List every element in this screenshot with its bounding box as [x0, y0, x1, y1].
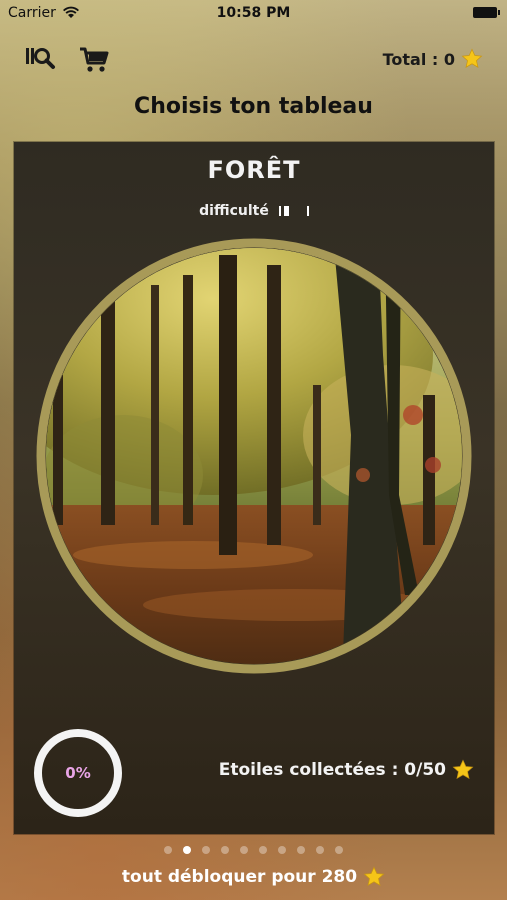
- total-label: Total : 0: [382, 49, 455, 69]
- battery-icon: [473, 7, 500, 18]
- page-dot[interactable]: [183, 846, 191, 854]
- difficulty-row: difficulté: [14, 203, 494, 219]
- difficulty-label: difficulté: [199, 203, 269, 219]
- stars-collected: Etoiles collectées : 0/50: [219, 759, 474, 781]
- stars-collected-label: Etoiles collectées : 0/50: [218, 760, 446, 780]
- status-bar: Carrier 10:58 PM: [0, 0, 507, 26]
- star-icon: [452, 759, 474, 779]
- clock: 10:58 PM: [216, 5, 291, 21]
- star-icon: [461, 48, 483, 68]
- page-dot[interactable]: [240, 846, 248, 854]
- page-indicator[interactable]: [0, 846, 507, 854]
- star-icon: [363, 866, 385, 886]
- forest-painting[interactable]: [33, 235, 475, 677]
- page-dot[interactable]: [164, 846, 172, 854]
- level-card[interactable]: FORÊT difficulté 0% Etoiles collectées:…: [14, 142, 494, 834]
- page-dot[interactable]: [202, 846, 210, 854]
- search-settings-icon[interactable]: [24, 44, 56, 74]
- page-title: Choisis ton tableau: [134, 94, 373, 119]
- shopping-cart-icon[interactable]: [78, 44, 110, 74]
- page-dot[interactable]: [316, 846, 324, 854]
- difficulty-meter: [278, 206, 309, 216]
- page-dot[interactable]: [278, 846, 286, 854]
- progress-percent: 0%: [65, 764, 91, 782]
- page-dot[interactable]: [297, 846, 305, 854]
- page-dot[interactable]: [335, 846, 343, 854]
- unlock-label: tout débloquer pour 280: [121, 867, 358, 887]
- page-dot[interactable]: [259, 846, 267, 854]
- page-dot[interactable]: [221, 846, 229, 854]
- level-title: FORÊT: [207, 156, 301, 184]
- total-stars: Total : 0: [383, 48, 483, 70]
- unlock-all-button[interactable]: tout débloquer pour 280: [0, 866, 507, 888]
